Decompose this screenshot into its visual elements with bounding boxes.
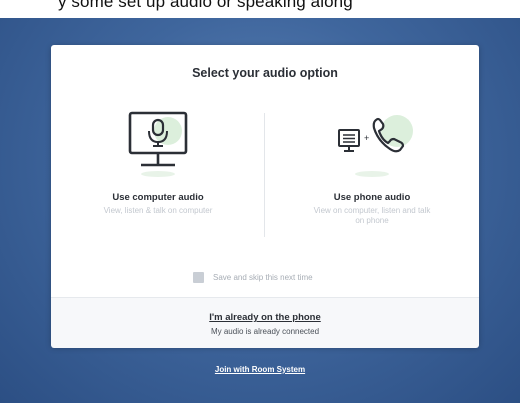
phone-audio-icon-group: + — [272, 111, 472, 191]
save-skip-option[interactable]: Save and skip this next time — [193, 271, 313, 283]
join-room-system-link[interactable]: Join with Room System — [0, 365, 520, 374]
already-on-phone-link[interactable]: I'm already on the phone — [209, 312, 321, 323]
already-connected-text: My audio is already connected — [210, 327, 320, 336]
options-divider — [264, 113, 265, 237]
audio-options-dialog: Select your audio option Use computer au… — [51, 45, 479, 348]
monitor-icon — [128, 111, 188, 177]
save-skip-checkbox[interactable] — [193, 271, 204, 283]
computer-audio-description: View, listen & talk on computer — [103, 206, 213, 215]
top-banner-text: y some set up audio or speaking along — [58, 0, 353, 11]
dialog-title: Select your audio option — [192, 66, 338, 80]
phone-audio-description: View on computer, listen and talk on pho… — [313, 206, 431, 225]
save-skip-label: Save and skip this next time — [213, 272, 313, 282]
computer-audio-icon-group — [58, 111, 258, 191]
dialog-footer: I'm already on the phone My audio is alr… — [51, 297, 479, 348]
phone-audio-label: Use phone audio — [333, 192, 411, 203]
top-banner: y some set up audio or speaking along — [0, 0, 520, 18]
computer-small-icon — [338, 129, 360, 152]
svg-text:+: + — [364, 133, 369, 143]
phone-audio-option[interactable]: + Use phone audio View on computer, list… — [272, 111, 472, 226]
computer-audio-label: Use computer audio — [112, 192, 204, 203]
phone-audio-icon: + — [338, 115, 413, 177]
computer-audio-option[interactable]: Use computer audio View, listen & talk o… — [58, 111, 258, 216]
